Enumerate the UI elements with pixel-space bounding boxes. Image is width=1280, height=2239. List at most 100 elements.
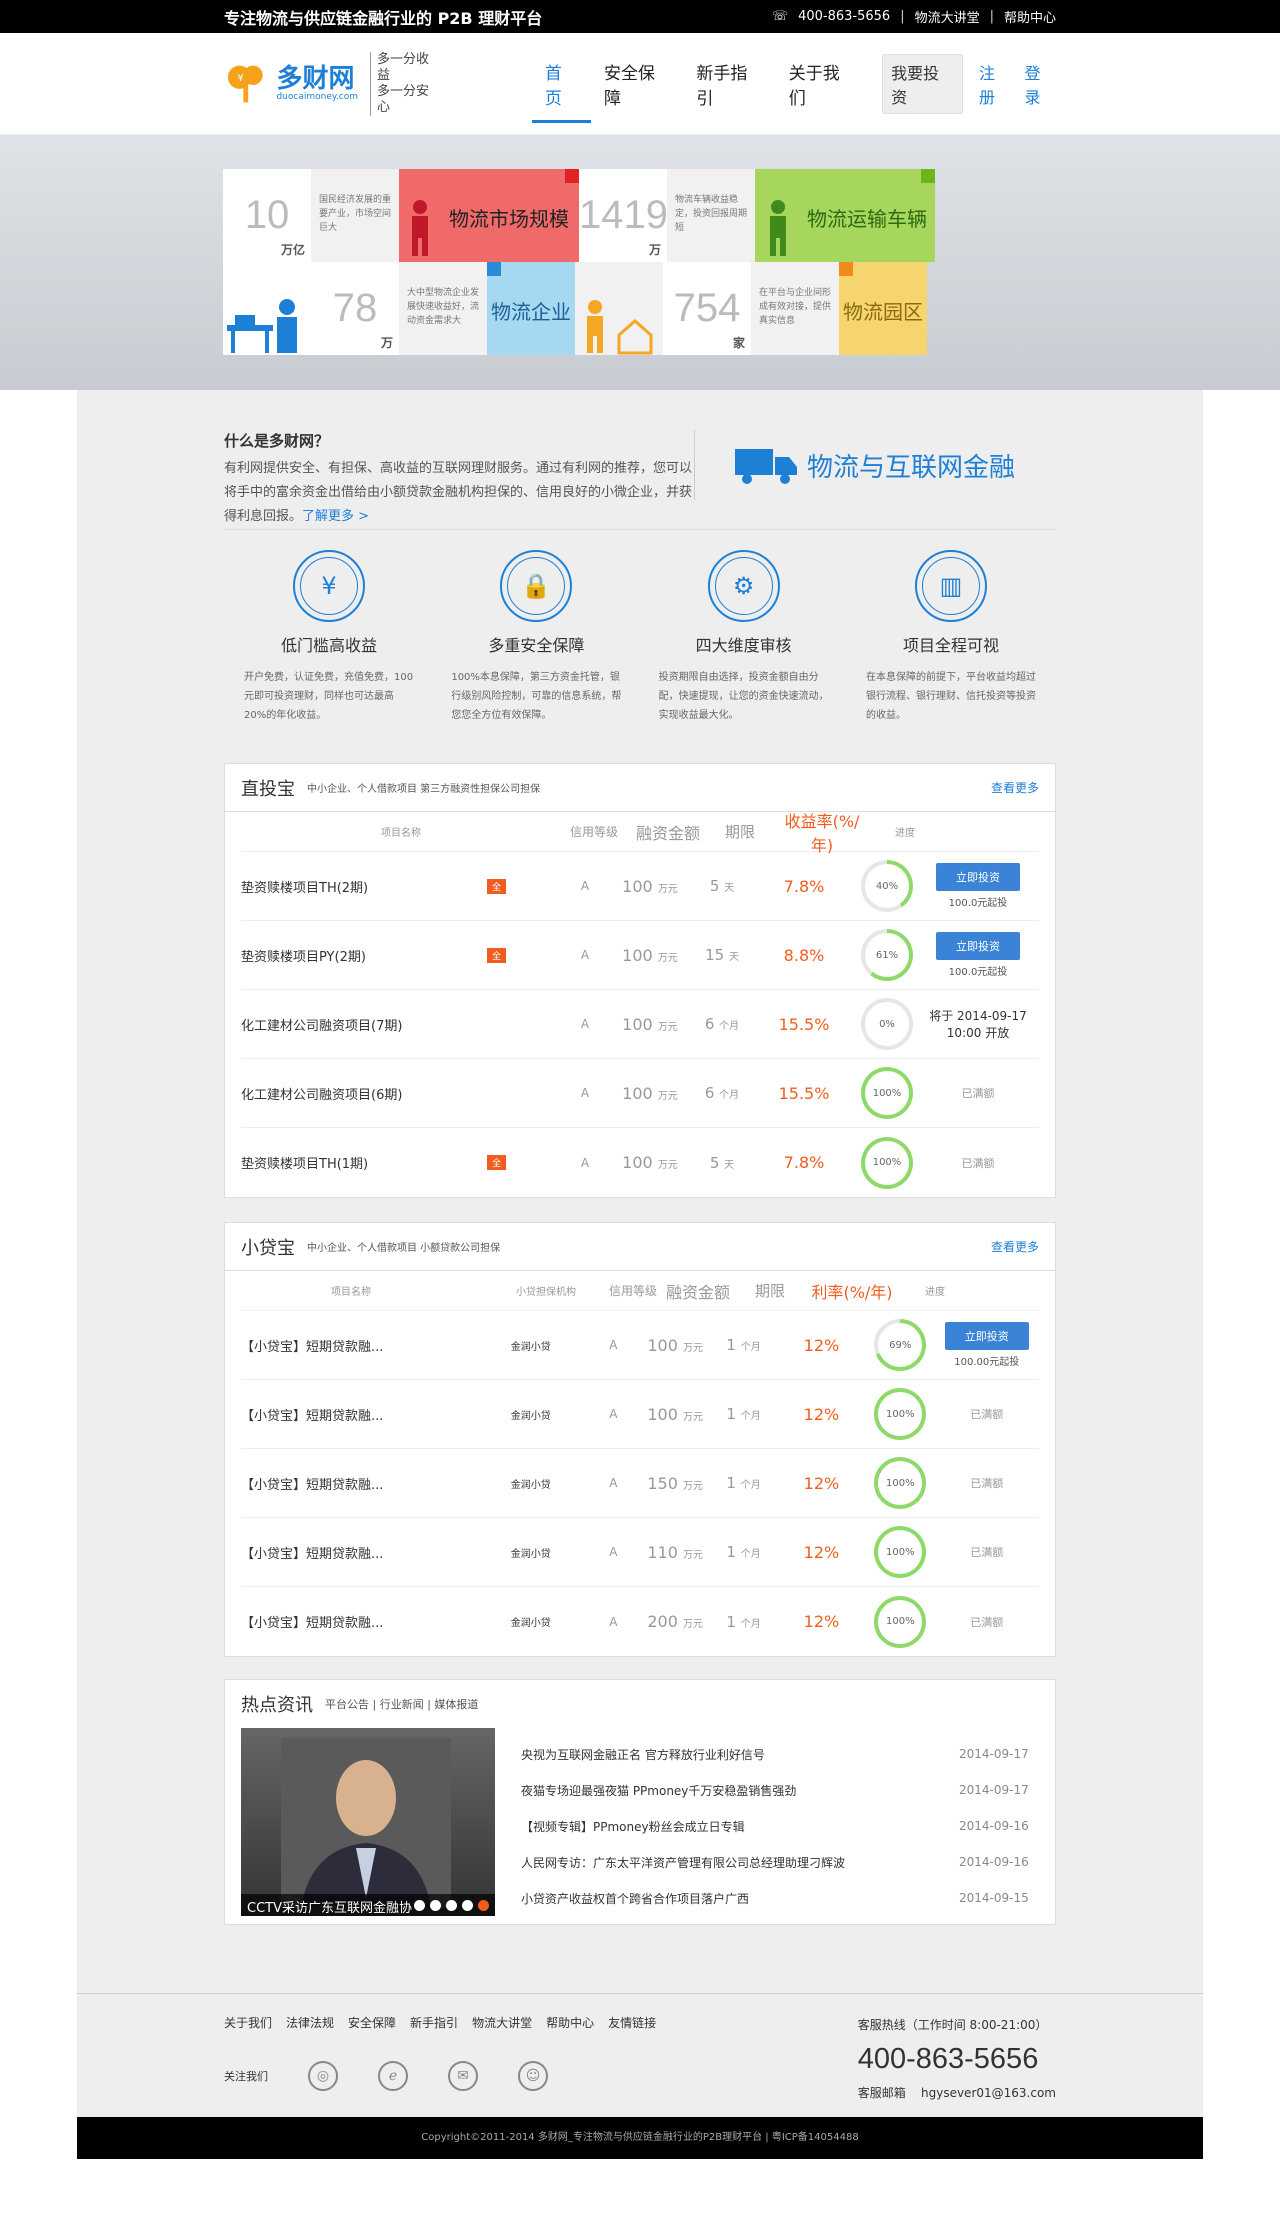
carousel-dot-active[interactable] <box>478 1899 489 1911</box>
project-name[interactable]: 化工建材公司融资项目(7期) <box>241 1015 487 1034</box>
invest-now-button[interactable]: 立即投资 <box>936 863 1020 891</box>
news-tabs[interactable]: 平台公告 | 行业新闻 | 媒体报道 <box>325 1696 478 1712</box>
news-photo-carousel[interactable]: CCTV采访广东互联网金融协会会长陈... <box>241 1728 495 1916</box>
news-date: 2014-09-16 <box>959 1855 1029 1869</box>
wechat-icon[interactable]: ✉ <box>448 2061 478 2091</box>
project-name[interactable]: 垫资赎楼项目TH(1期) <box>241 1153 487 1172</box>
view-more-link[interactable]: 查看更多 <box>991 779 1039 796</box>
carousel-dot[interactable] <box>462 1899 473 1911</box>
tencent-weibo-icon[interactable]: ℯ <box>378 2061 408 2091</box>
copyright: Copyright©2011-2014 多财网_专注物流与供应链金融行业的P2B… <box>77 2117 1203 2159</box>
category-tile-vehicles[interactable]: 物流运输车辆 <box>755 169 935 262</box>
amount: 100 万元 <box>647 1335 703 1355</box>
news-title-link[interactable]: 夜猫专场迎最强夜猫 PPmoney千万安稳盈销售强劲 <box>521 1782 796 1799</box>
table-row[interactable]: 垫资赎楼项目PY(2期) 全 A 100 万元 15 天 8.8% 61% 立即投资 100.0… <box>241 921 1039 990</box>
project-name[interactable]: 【小贷宝】短期贷款融... <box>241 1474 475 1493</box>
carousel-dots[interactable] <box>414 1897 489 1913</box>
table-row[interactable]: 【小贷宝】短期贷款融... 金润小贷 A 100 万元 1 个月 12% 100% 已满额 <box>241 1380 1039 1449</box>
table-row[interactable]: 【小贷宝】短期贷款融... 金润小贷 A 200 万元 1 个月 12% 100% 已满额 <box>241 1587 1039 1656</box>
news-date: 2014-09-15 <box>959 1891 1029 1905</box>
news-item[interactable]: 夜猫专场迎最强夜猫 PPmoney千万安稳盈销售强劲 2014-09-17 <box>521 1772 1039 1808</box>
invest-now-button[interactable]: 立即投资 <box>944 1322 1029 1350</box>
table-row[interactable]: 【小贷宝】短期贷款融... 金润小贷 A 100 万元 1 个月 12% 69% 立即投资 10… <box>241 1311 1039 1380</box>
news-panel: 热点资讯 平台公告 | 行业新闻 | 媒体报道 CCTV采访广东互联网金融协会会… <box>224 1679 1056 1925</box>
table-row[interactable]: 垫资赎楼项目TH(2期) 全 A 100 万元 5 天 7.8% 40% 立即投资 100.0元… <box>241 852 1039 921</box>
footer-link[interactable]: 安全保障 <box>348 2014 396 2031</box>
invest-now-button[interactable]: 立即投资 <box>936 932 1020 960</box>
table-row[interactable]: 化工建材公司融资项目(6期) A 100 万元 6 个月 15.5% 100% 已满额 <box>241 1059 1039 1128</box>
carousel-dot[interactable] <box>414 1899 425 1911</box>
table-row[interactable]: 化工建材公司融资项目(7期) A 100 万元 6 个月 15.5% 0% 将于 2014-… <box>241 990 1039 1059</box>
term: 1 个月 <box>726 1336 761 1354</box>
svg-text:¥: ¥ <box>238 73 244 84</box>
news-item[interactable]: 央视为互联网金融正名 官方释放行业利好信号 2014-09-17 <box>521 1736 1039 1772</box>
login-link[interactable]: 登录 <box>1025 60 1056 108</box>
term: 6 个月 <box>704 1015 740 1033</box>
feature-visible: ▥ 项目全程可视 在本息保障的前提下，平台收益均超过银行流程、银行理财、信托投资… <box>866 550 1036 725</box>
term: 1 个月 <box>726 1612 761 1631</box>
full-status: 已满额 <box>970 1408 1004 1421</box>
news-item[interactable]: 人民网专访：广东太平洋资产管理有限公司总经理助理刁辉波 2014-09-16 <box>521 1844 1039 1880</box>
project-name[interactable]: 【小贷宝】短期贷款融... <box>241 1612 475 1631</box>
action-cell: 立即投资 100.00元起投 <box>935 1322 1040 1368</box>
footer: 关于我们 法律法规 安全保障 新手指引 物流大讲堂 帮助中心 友情链接 关注我们 ◎ ℯ ✉… <box>77 1993 1203 2117</box>
category-tile-enterprise[interactable]: 物流企业 <box>487 262 575 355</box>
nav-guide[interactable]: 新手指引 <box>683 53 775 115</box>
footer-link[interactable]: 新手指引 <box>410 2014 458 2031</box>
project-name[interactable]: 化工建材公司融资项目(6期) <box>241 1084 487 1103</box>
news-title-link[interactable]: 央视为互联网金融正名 官方释放行业利好信号 <box>521 1746 765 1763</box>
footer-link[interactable]: 关于我们 <box>224 2014 272 2031</box>
category-tile-market[interactable]: 物流市场规模 <box>399 169 579 262</box>
category-tile-park[interactable]: 物流园区 <box>839 262 927 355</box>
xiaodaibao-panel: 小贷宝 中小企业、个人借款项目 小额贷款公司担保 查看更多 项目名称 小贷担保机… <box>224 1222 1056 1657</box>
stat-unit: 万 <box>648 243 661 257</box>
carousel-dot[interactable] <box>446 1899 457 1911</box>
feature-title: 低门槛高收益 <box>280 636 377 655</box>
project-name[interactable]: 【小贷宝】短期贷款融... <box>241 1336 475 1355</box>
stat-tile-market: 10 万亿 <box>223 169 311 262</box>
news-title-link[interactable]: 【视频专辑】PPmoney粉丝会成立日专辑 <box>521 1818 745 1835</box>
footer-link[interactable]: 帮助中心 <box>546 2014 594 2031</box>
top-link-help[interactable]: 帮助中心 <box>1004 7 1056 26</box>
logo[interactable]: ¥ 多财网 duocaimoney.com 多一分收益 多一分安心 <box>224 52 440 116</box>
gear-check-icon: ⚙ <box>714 557 773 615</box>
news-item[interactable]: 小贷资产收益权首个跨省合作项目落户广西 2014-09-15 <box>521 1880 1039 1916</box>
project-name[interactable]: 【小贷宝】短期贷款融... <box>241 1405 475 1424</box>
nav-home[interactable]: 首页 <box>531 53 592 123</box>
stat-desc: 在平台与企业间形成有效对接，提供真实信息 <box>751 262 839 355</box>
project-name[interactable]: 垫资赎楼项目PY(2期) <box>241 946 487 965</box>
top-link-lecture[interactable]: 物流大讲堂 <box>915 7 980 26</box>
footer-link[interactable]: 物流大讲堂 <box>472 2014 532 2031</box>
guarantor: 金润小贷 <box>510 1410 551 1422</box>
follow-label: 关注我们 <box>224 2070 268 2083</box>
learn-more-link[interactable]: 了解更多 > <box>302 509 369 524</box>
news-title-link[interactable]: 人民网专访：广东太平洋资产管理有限公司总经理助理刁辉波 <box>521 1854 845 1871</box>
credit-rating: A <box>580 879 590 893</box>
table-row[interactable]: 垫资赎楼项目TH(1期) 全 A 100 万元 5 天 7.8% 100% 已满额 <box>241 1128 1039 1197</box>
qq-icon[interactable]: ☺ <box>518 2061 548 2091</box>
news-title-link[interactable]: 小贷资产收益权首个跨省合作项目落户广西 <box>521 1890 749 1907</box>
nav-security[interactable]: 安全保障 <box>591 53 683 115</box>
project-name[interactable]: 【小贷宝】短期贷款融... <box>241 1543 475 1562</box>
table-row[interactable]: 【小贷宝】短期贷款融... 金润小贷 A 150 万元 1 个月 12% 100% 已满额 <box>241 1449 1039 1518</box>
table-header: 项目名称 信用等级 融资金额 期限 收益率(%/年) 进度 <box>241 812 1039 855</box>
full-status: 已满额 <box>961 1156 995 1170</box>
view-more-link[interactable]: 查看更多 <box>991 1238 1039 1255</box>
footer-link[interactable]: 法律法规 <box>286 2014 334 2031</box>
progress-ring: 0% <box>861 998 913 1050</box>
register-link[interactable]: 注册 <box>979 60 1010 108</box>
footer-link[interactable]: 友情链接 <box>608 2014 656 2031</box>
features: ¥ 低门槛高收益 开户免费，认证免费，充值免费，100元即可投资理财，同样也可达… <box>224 550 1056 725</box>
invest-button[interactable]: 我要投资 <box>882 54 964 114</box>
hotline: 客服热线（工作时间 8:00-21:00） 400-863-5656 客服邮箱 … <box>857 2018 1056 2100</box>
guarantee-badge: 全 <box>487 947 507 963</box>
table-row[interactable]: 【小贷宝】短期贷款融... 金润小贷 A 110 万元 1 个月 12% 100% 已满额 <box>241 1518 1039 1587</box>
carousel-dot[interactable] <box>430 1899 441 1911</box>
news-item[interactable]: 【视频专辑】PPmoney粉丝会成立日专辑 2014-09-16 <box>521 1808 1039 1844</box>
separator: | <box>900 9 905 24</box>
guarantee-badge: 全 <box>487 878 507 894</box>
progress-ring: 100% <box>874 1457 927 1509</box>
nav-about[interactable]: 关于我们 <box>776 53 868 115</box>
weibo-icon[interactable]: ◎ <box>308 2061 338 2091</box>
project-name[interactable]: 垫资赎楼项目TH(2期) <box>241 877 487 896</box>
